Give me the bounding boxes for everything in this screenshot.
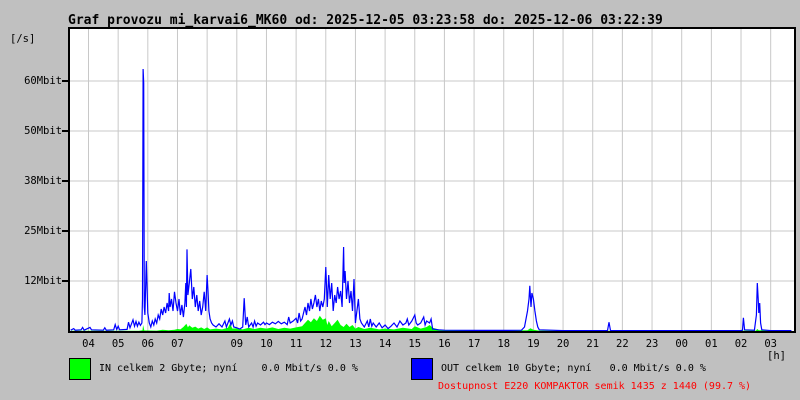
x-tick-label: 23 <box>645 338 659 350</box>
x-tick-label: 04 <box>82 338 95 350</box>
y-tick-mark <box>62 180 68 182</box>
x-tick-label: 09 <box>230 338 244 350</box>
y-tick-label: 12Mbit <box>24 275 62 287</box>
x-tick-label: 03 <box>764 338 777 350</box>
out-legend-swatch <box>411 358 433 380</box>
x-tick-label: 15 <box>408 338 422 350</box>
x-tick-label: 14 <box>378 338 392 350</box>
y-tick-label: 25Mbit <box>24 225 62 237</box>
x-tick-label: 02 <box>734 338 748 350</box>
x-tick-label: 18 <box>497 338 511 350</box>
plot-frame <box>68 27 796 333</box>
y-tick-label: 60Mbit <box>24 75 62 87</box>
y-tick-mark <box>62 230 68 232</box>
x-tick-label: 06 <box>141 338 155 350</box>
x-tick-label: 10 <box>260 338 273 350</box>
x-tick-label: 11 <box>289 338 303 350</box>
x-tick-label: 22 <box>616 338 629 350</box>
y-axis-unit-label: [/s] <box>10 33 36 45</box>
x-tick-label: 05 <box>111 338 125 350</box>
page-title: Graf provozu mi_karvai6_MK60 od: 2025-12… <box>68 13 663 28</box>
y-tick-label: 38Mbit <box>24 175 62 187</box>
x-tick-label: 01 <box>705 338 718 350</box>
mrtg-traffic-page: Graf provozu mi_karvai6_MK60 od: 2025-12… <box>0 0 800 400</box>
x-tick-label: 00 <box>675 338 689 350</box>
y-tick-mark <box>62 130 68 132</box>
x-tick-label: 21 <box>586 338 600 350</box>
x-tick-label: 12 <box>319 338 333 350</box>
x-tick-label: 16 <box>438 338 451 350</box>
x-tick-label: 13 <box>349 338 362 350</box>
in-legend-swatch <box>69 358 91 380</box>
x-tick-label: 20 <box>556 338 570 350</box>
x-axis-unit-label: [h] <box>767 350 786 362</box>
x-tick-label: 07 <box>171 338 184 350</box>
x-tick-label: 19 <box>527 338 540 350</box>
out-traffic-series <box>70 68 792 331</box>
x-tick-label: 17 <box>467 338 481 350</box>
in-legend-label: IN celkem 2 Gbyte; nyní 0.0 Mbit/s 0.0 % <box>99 363 358 374</box>
y-tick-label: 50Mbit <box>24 125 62 137</box>
availability-text: Dostupnost E220 KOMPAKTOR semik 1435 z 1… <box>438 381 752 392</box>
traffic-chart <box>70 29 794 331</box>
y-tick-mark <box>62 280 68 282</box>
out-legend-label: OUT celkem 10 Gbyte; nyní 0.0 Mbit/s 0.0… <box>441 363 706 374</box>
y-tick-mark <box>62 80 68 82</box>
